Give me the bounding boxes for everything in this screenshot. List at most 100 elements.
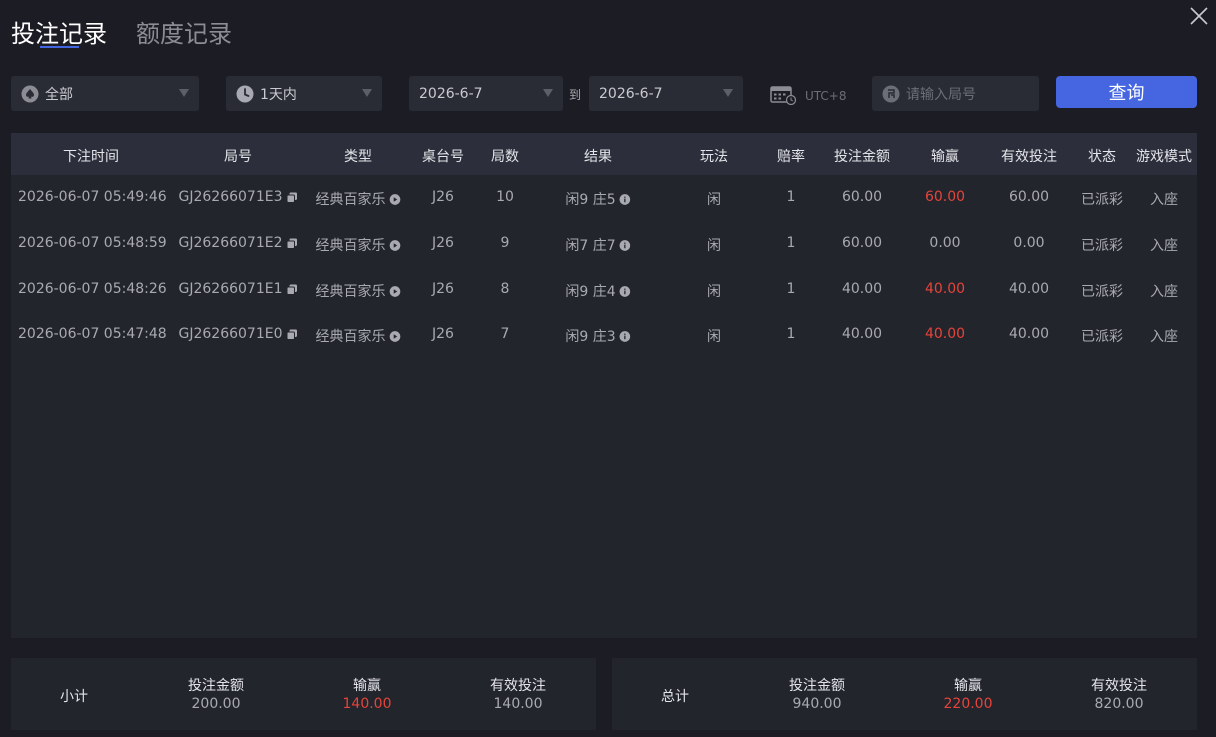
- cell-bet-text: 60.00: [841, 189, 883, 205]
- cell-valid: 0.00: [1013, 235, 1044, 251]
- cell-play: 闲: [707, 326, 721, 346]
- cell-type: 经典百家乐: [316, 235, 401, 255]
- cell-status: 已派彩: [1081, 189, 1123, 209]
- column-header-count: 局数: [491, 149, 519, 165]
- cell-winloss-text: 40.00: [924, 326, 966, 342]
- cell-odds-text: 1: [786, 189, 796, 205]
- cell-time-text: 2026-06-07 05:49:46: [18, 189, 167, 205]
- game-type-select[interactable]: 全部: [11, 76, 199, 111]
- table-row: 2026-06-07 05:48:59 GJ26266071E2 经典百家乐 J26 9…: [11, 221, 1197, 267]
- cell-table-text: J26: [432, 189, 454, 205]
- cell-play: 闲: [707, 189, 721, 209]
- info-icon[interactable]: [619, 239, 631, 251]
- cell-time: 2026-06-07 05:48:59: [18, 235, 167, 251]
- cell-round: GJ26266071E1: [179, 281, 298, 297]
- query-button[interactable]: 查询: [1056, 76, 1197, 108]
- round-number-placeholder: 请输入局号: [906, 86, 976, 103]
- cell-status: 已派彩: [1081, 235, 1123, 255]
- cell-count-text: 7: [500, 326, 510, 342]
- subtotal-panel: 小计 投注金额 200.00 输赢 140.00 有效投注 140.00: [11, 658, 596, 730]
- cell-table: J26: [432, 189, 454, 205]
- cell-count-text: 9: [500, 235, 510, 251]
- cell-bet: 40.00: [842, 281, 882, 297]
- subtotal-winloss-value: 140.00: [342, 696, 392, 712]
- cell-type-text: 经典百家乐: [315, 192, 386, 208]
- cell-odds-text: 1: [786, 326, 796, 342]
- info-icon[interactable]: [619, 285, 631, 297]
- cell-winloss: 40.00: [925, 326, 965, 342]
- cell-round: GJ26266071E3: [179, 189, 298, 205]
- tab-credit-records[interactable]: 额度记录: [136, 14, 232, 49]
- cell-status: 已派彩: [1081, 281, 1123, 301]
- close-icon[interactable]: [1189, 6, 1209, 26]
- round-number-input[interactable]: 请输入局号: [872, 76, 1039, 111]
- cell-type-text: 经典百家乐: [315, 284, 386, 300]
- subtotal-bet-label: 投注金额: [188, 678, 244, 694]
- total-bet-value: 940.00: [792, 696, 842, 712]
- chevron-down-icon: [723, 89, 733, 97]
- cell-table-text: J26: [432, 326, 454, 342]
- info-icon[interactable]: [619, 193, 631, 205]
- cell-type-text: 经典百家乐: [315, 329, 386, 345]
- cell-mode: 入座: [1150, 235, 1178, 255]
- total-bet-label: 投注金额: [789, 678, 845, 694]
- cell-valid: 40.00: [1009, 326, 1049, 342]
- start-date-select[interactable]: 2026-6-7: [409, 76, 563, 111]
- play-icon[interactable]: [389, 239, 401, 251]
- cell-play: 闲: [707, 235, 721, 255]
- play-icon[interactable]: [389, 193, 401, 205]
- cell-result-text: 闲7 庄7: [565, 238, 616, 254]
- calendar-icon[interactable]: [770, 85, 797, 105]
- chevron-down-icon: [543, 89, 553, 97]
- end-date-select[interactable]: 2026-6-7: [589, 76, 743, 111]
- table-row: 2026-06-07 05:48:26 GJ26266071E1 经典百家乐 J26 8…: [11, 267, 1197, 313]
- game-type-value: 全部: [45, 86, 73, 103]
- cell-winloss-text: 40.00: [924, 281, 966, 297]
- cell-count: 8: [501, 281, 510, 297]
- cell-valid-text: 0.00: [1013, 235, 1045, 251]
- total-winloss-value: 220.00: [943, 696, 993, 712]
- cell-play-text: 闲: [707, 192, 721, 208]
- play-icon[interactable]: [389, 285, 401, 297]
- tab-bet-records[interactable]: 投注记录: [11, 14, 107, 49]
- time-range-select[interactable]: 1天内: [226, 76, 382, 111]
- bet-records-table: 下注时间 局号 类型 桌台号 局数 结果 玩法 赔率 投注金额 输赢 有效投注 …: [11, 133, 1197, 638]
- cell-mode-text: 入座: [1150, 238, 1178, 254]
- cell-bet: 60.00: [842, 189, 882, 205]
- total-valid-value: 820.00: [1094, 696, 1144, 712]
- cell-table-text: J26: [432, 281, 454, 297]
- cell-bet: 40.00: [842, 326, 882, 342]
- copy-icon[interactable]: [286, 284, 298, 295]
- cell-winloss: 0.00: [929, 235, 960, 251]
- table-header: 下注时间 局号 类型 桌台号 局数 结果 玩法 赔率 投注金额 输赢 有效投注 …: [11, 133, 1197, 175]
- cell-play-text: 闲: [707, 238, 721, 254]
- play-icon[interactable]: [389, 330, 401, 342]
- column-header-type: 类型: [344, 149, 372, 165]
- column-header-valid: 有效投注: [1001, 149, 1057, 165]
- cell-valid: 60.00: [1009, 189, 1049, 205]
- copy-icon[interactable]: [286, 329, 298, 340]
- cell-valid-text: 40.00: [1008, 281, 1050, 297]
- column-header-result: 结果: [584, 149, 612, 165]
- cell-odds-text: 1: [786, 235, 796, 251]
- cell-time: 2026-06-07 05:49:46: [18, 189, 167, 205]
- column-header-mode: 游戏模式: [1136, 149, 1192, 165]
- cell-time: 2026-06-07 05:47:48: [18, 326, 167, 342]
- cell-round: GJ26266071E2: [179, 235, 298, 251]
- cell-round-text: GJ26266071E3: [178, 189, 283, 205]
- copy-icon[interactable]: [286, 192, 298, 203]
- cell-winloss: 40.00: [925, 281, 965, 297]
- table-row: 2026-06-07 05:47:48 GJ26266071E0 经典百家乐 J26 7…: [11, 312, 1197, 358]
- info-icon[interactable]: [619, 330, 631, 342]
- subtotal-valid-value: 140.00: [493, 696, 543, 712]
- total-panel: 总计 投注金额 940.00 输赢 220.00 有效投注 820.00: [612, 658, 1197, 730]
- subtotal-bet-value: 200.00: [191, 696, 241, 712]
- cell-count: 10: [496, 189, 514, 205]
- cell-type: 经典百家乐: [316, 189, 401, 209]
- cell-status-text: 已派彩: [1081, 192, 1123, 208]
- cell-winloss-text: 60.00: [924, 189, 966, 205]
- cell-bet: 60.00: [842, 235, 882, 251]
- copy-icon[interactable]: [286, 238, 298, 249]
- column-header-round: 局号: [224, 149, 252, 165]
- time-range-value: 1天内: [260, 86, 297, 103]
